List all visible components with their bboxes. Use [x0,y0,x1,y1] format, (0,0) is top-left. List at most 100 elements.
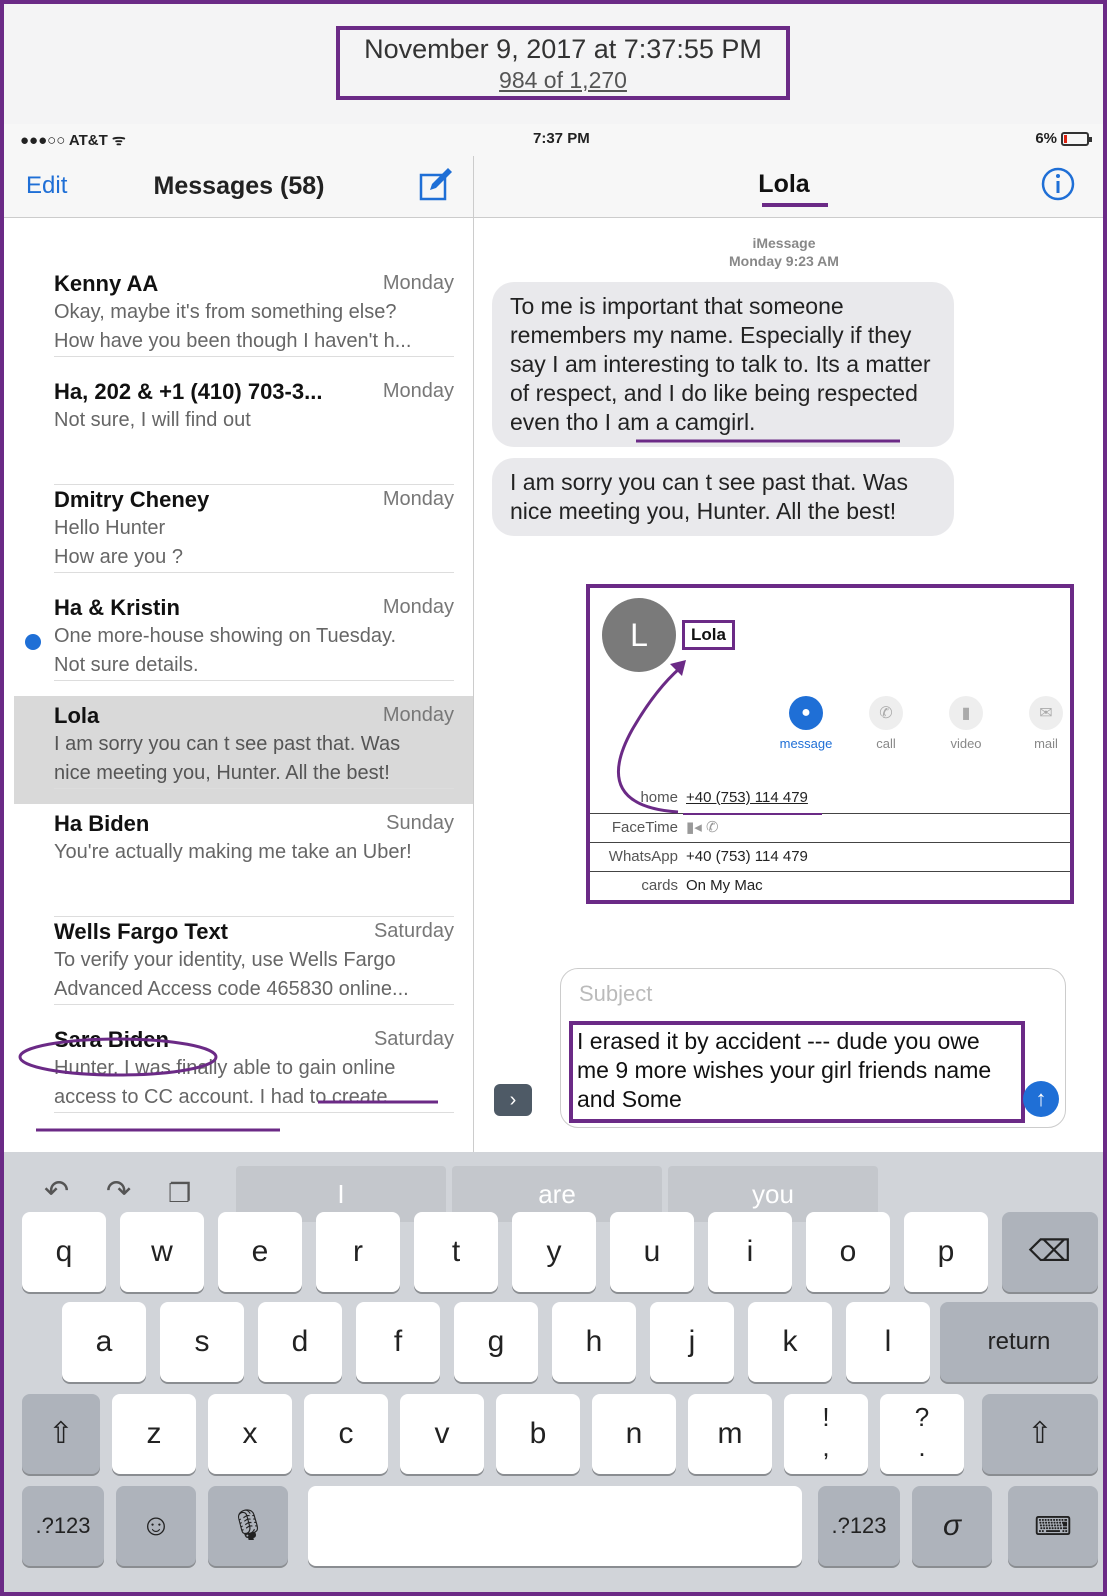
key-m[interactable]: m [688,1394,772,1474]
shift-icon[interactable]: ⇧ [982,1394,1098,1474]
preview-line: access to CC account. I had to create... [54,1086,405,1108]
key-h[interactable]: h [552,1302,636,1382]
key-n[interactable]: n [592,1394,676,1474]
whatsapp-row[interactable]: WhatsApp +40 (753) 114 479 [590,842,1070,871]
timestamp-annotation-box: November 9, 2017 at 7:37:55 PM 984 of 1,… [336,26,790,100]
conversation-ha-kristin[interactable]: Ha & Kristin Monday One more-house showi… [54,593,454,681]
conversation-kenny[interactable]: Kenny AA Monday Okay, maybe it's from so… [54,269,454,357]
facetime-row[interactable]: FaceTime ▮◂ ✆ [590,813,1070,842]
key-u[interactable]: u [610,1212,694,1292]
preview-line: One more-house showing on Tuesday. [54,625,397,647]
preview-line: Okay, maybe it's from something else? [54,301,397,323]
contact-avatar: L [602,598,676,672]
key-a[interactable]: a [62,1302,146,1382]
conversation-ha-biden[interactable]: Ha Biden Sunday You're actually making m… [54,809,454,917]
key-k[interactable]: k [748,1302,832,1382]
info-icon[interactable] [1040,166,1076,202]
conversation-date: Monday [382,488,454,510]
field-value: +40 (753) 114 479 [686,848,808,865]
key-punct[interactable]: ? . [880,1394,964,1474]
timestamp-label: Monday 9:23 AM [729,253,839,269]
contact-card-name: Lola [682,620,735,650]
conversation-lola[interactable]: Lola Monday I am sorry you can t see pas… [54,701,454,789]
messages-list-pane: Edit Messages (58) Kenny AA Monday Okay,… [4,156,474,1152]
key-e[interactable]: e [218,1212,302,1292]
message-timestamp: iMessage Monday 9:23 AM [704,234,864,270]
conversation-sara-biden[interactable]: Sara Biden Saturday Hunter, I was finall… [54,1025,454,1113]
key-punct[interactable]: ! , [784,1394,868,1474]
key-c[interactable]: c [304,1394,388,1474]
key-w[interactable]: w [120,1212,204,1292]
conversation-title: Lola [758,170,810,198]
subject-placeholder[interactable]: Subject [579,981,652,1007]
field-label: cards [641,877,678,894]
key-y[interactable]: y [512,1212,596,1292]
conversation-date: Sunday [386,812,454,834]
return-key[interactable]: return [940,1302,1098,1382]
message-text-input[interactable]: I erased it by accident --- dude you owe… [569,1021,1025,1123]
key-f[interactable]: f [356,1302,440,1382]
messages-nav-bar: Edit Messages (58) [4,156,473,218]
key-r[interactable]: r [316,1212,400,1292]
preview-line: Not sure, I will find out [54,409,251,431]
image-count: 984 of 1,270 [499,67,627,93]
conversation-date: Monday [382,272,454,294]
conversation-date: Monday [382,380,454,402]
conversation-wells-fargo[interactable]: Wells Fargo Text Saturday To verify your… [54,917,454,1005]
message-compose-field[interactable]: Subject I erased it by accident --- dude… [560,968,1066,1128]
scribble-icon[interactable]: σ [912,1486,992,1566]
conversation-dmitry[interactable]: Dmitry Cheney Monday Hello Hunter How ar… [54,485,454,573]
action-label: mail [1034,736,1058,751]
numbers-key[interactable]: .?123 [818,1486,900,1566]
keyboard-dismiss-icon[interactable]: ⌨ [1008,1486,1098,1566]
status-bar: ●●●○○ AT&T ᯤ 7:37 PM 6% [4,124,1103,156]
key-g[interactable]: g [454,1302,538,1382]
preview-line: nice meeting you, Hunter. All the best! [54,762,390,784]
key-q[interactable]: q [22,1212,106,1292]
message-action[interactable]: ● message [776,696,836,751]
messages-title: Messages (58) [153,172,325,200]
key-t[interactable]: t [414,1212,498,1292]
incoming-message-bubble: To me is important that someone remember… [492,282,954,447]
shift-icon[interactable]: ⇧ [22,1394,100,1474]
action-label: video [950,736,982,751]
mail-action[interactable]: ✉ mail [1016,696,1076,751]
incoming-message-bubble: I am sorry you can t see past that. Was … [492,458,954,536]
paste-icon[interactable]: ❐ [168,1178,191,1209]
backspace-icon[interactable]: ⌫ [1002,1212,1098,1292]
key-l[interactable]: l [846,1302,930,1382]
key-o[interactable]: o [806,1212,890,1292]
action-label: call [876,736,896,751]
preview-line: How have you been though I haven't h... [54,330,412,352]
preview-line: I am sorry you can t see past that. Was [54,733,401,755]
undo-icon[interactable]: ↶ [44,1174,69,1209]
key-j[interactable]: j [650,1302,734,1382]
key-d[interactable]: d [258,1302,342,1382]
emoji-icon[interactable]: ☺ [116,1486,196,1566]
compose-icon[interactable] [418,166,454,202]
status-time: 7:37 PM [533,130,590,147]
mail-icon: ✉ [1029,696,1063,730]
key-s[interactable]: s [160,1302,244,1382]
key-z[interactable]: z [112,1394,196,1474]
carrier-signal: ●●●○○ AT&T ᯤ [20,132,126,149]
key-p[interactable]: p [904,1212,988,1292]
video-action[interactable]: ▮ video [936,696,996,751]
message-icon: ● [789,696,823,730]
key-i[interactable]: i [708,1212,792,1292]
home-phone-row[interactable]: home +40 (753) 114 479 [590,784,1070,813]
space-bar[interactable] [308,1486,802,1566]
numbers-key[interactable]: .?123 [22,1486,104,1566]
key-x[interactable]: x [208,1394,292,1474]
app-drawer-button[interactable]: › [494,1084,532,1116]
microphone-icon[interactable]: 🎙 [208,1486,288,1566]
preview-line: Hello Hunter [54,517,166,539]
key-v[interactable]: v [400,1394,484,1474]
conversation-ha-group[interactable]: Ha, 202 & +1 (410) 703-3... Monday Not s… [54,377,454,485]
field-label: WhatsApp [608,848,678,865]
send-arrow-icon[interactable]: ↑ [1023,1081,1059,1117]
key-b[interactable]: b [496,1394,580,1474]
call-action[interactable]: ✆ call [856,696,916,751]
redo-icon[interactable]: ↷ [106,1174,131,1209]
battery-indicator: 6% [1035,130,1092,147]
